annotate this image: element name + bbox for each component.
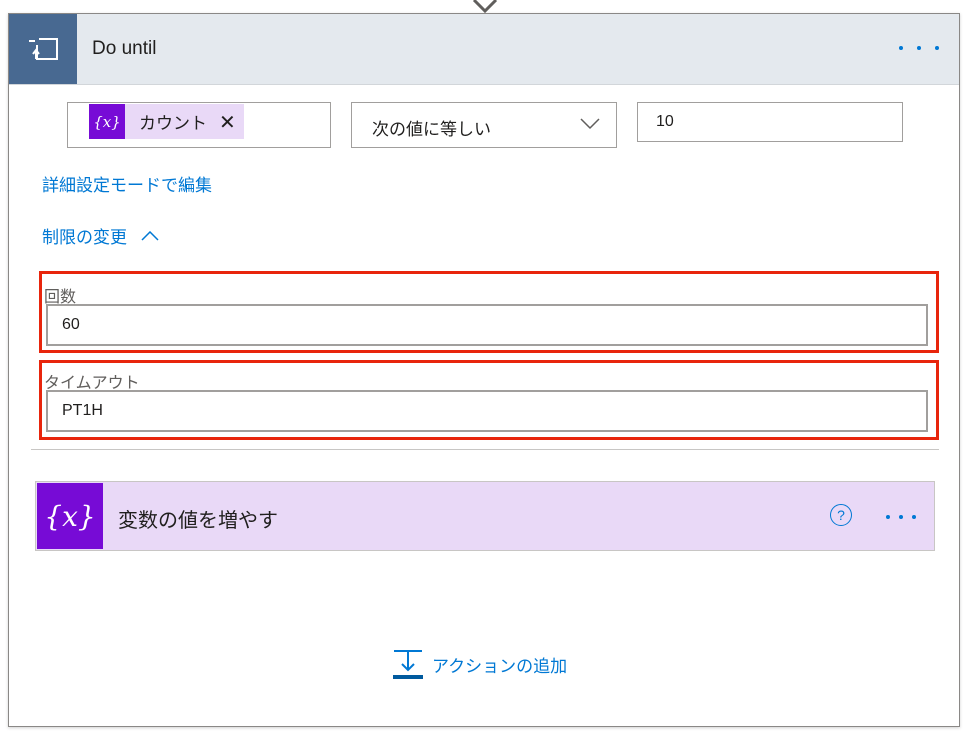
timeout-input[interactable]: PT1H [46,390,928,432]
card-title: Do until [92,38,157,59]
chevron-up-icon [141,230,159,241]
variable-icon: {x} [89,104,125,139]
condition-right-operand[interactable]: 10 [637,102,903,142]
variable-icon: {x} [37,483,103,549]
edit-advanced-mode-link[interactable]: 詳細設定モードで編集 [42,171,212,196]
connector-arrow-icon [472,0,498,14]
operand-value: 10 [656,113,674,130]
action-title: 変数の値を増やす [118,508,278,532]
add-action-button[interactable]: アクションの追加 [392,648,567,680]
token-label: カウント [139,114,207,134]
help-icon[interactable]: ? [830,504,852,526]
change-limits-toggle[interactable]: 制限の変更 [42,223,159,248]
close-icon[interactable]: ✕ [219,112,236,132]
add-action-label: アクションの追加 [432,656,568,677]
chevron-down-icon [580,118,600,130]
change-limits-label: 制限の変更 [42,228,127,248]
timeout-highlight: タイムアウト PT1H [39,360,939,440]
loop-icon [9,14,77,84]
count-input[interactable]: 60 [46,304,928,346]
timeout-value: PT1H [62,402,103,419]
more-options-icon[interactable] [886,514,916,520]
condition-operator-dropdown[interactable]: 次の値に等しい [351,102,617,148]
divider [31,449,939,450]
variable-token[interactable]: {x} カウント ✕ [89,104,244,139]
do-until-card: Do until {x} カウント ✕ 次の値に等しい 10 詳細設定モードで編… [8,13,960,727]
add-action-icon [393,650,423,679]
card-header[interactable]: Do until [9,14,959,85]
condition-left-operand[interactable]: {x} カウント ✕ [67,102,331,148]
more-options-icon[interactable] [899,38,939,58]
increment-variable-action[interactable]: {x} 変数の値を増やす ? [35,481,935,551]
operator-value: 次の値に等しい [372,120,491,140]
count-value: 60 [62,316,80,333]
count-highlight: 回数 60 [39,271,939,353]
